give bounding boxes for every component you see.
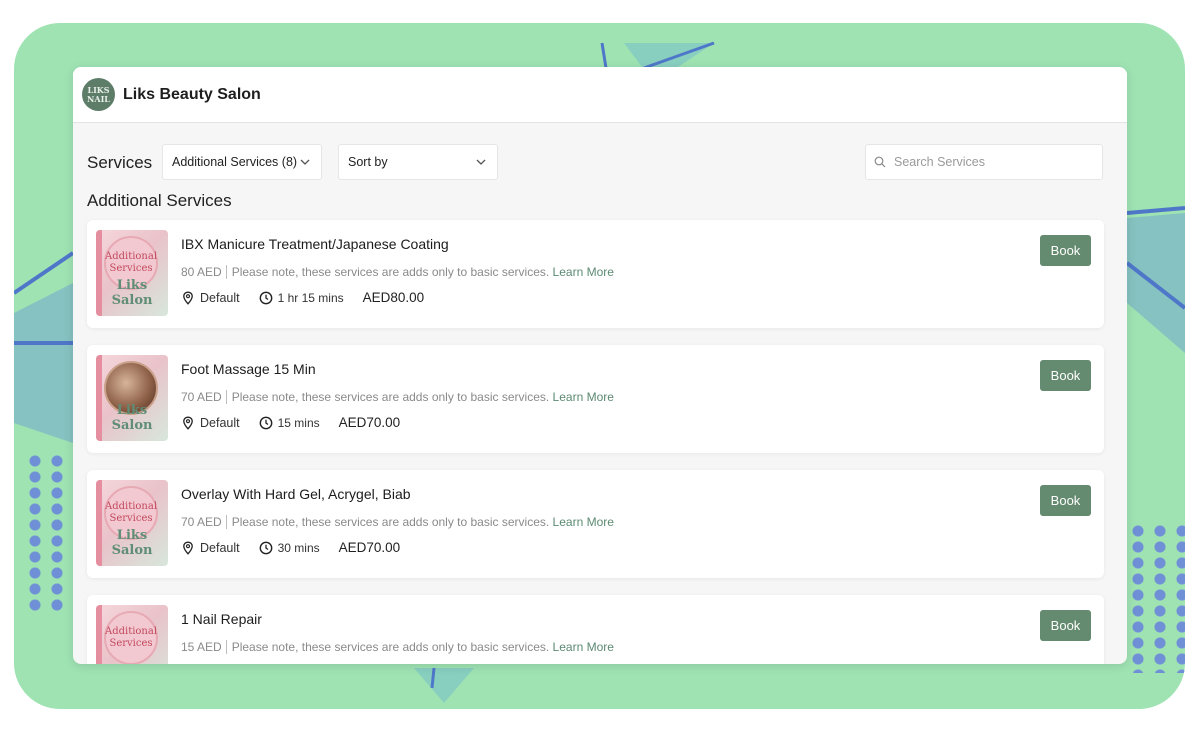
search-box[interactable]: [865, 144, 1103, 180]
section-title: Additional Services: [87, 191, 232, 210]
dot-pattern-left: [24, 453, 76, 613]
learn-more-link[interactable]: Learn More: [553, 640, 614, 654]
service-note: Please note, these services are adds onl…: [231, 515, 550, 529]
service-duration: 1 hr 15 mins: [277, 290, 344, 305]
service-thumbnail: Additional Services: [96, 605, 168, 664]
service-price: AED70.00: [338, 540, 401, 555]
service-card: Liks Salon Foot Massage 15 Min 70 AED Ple…: [87, 345, 1104, 453]
service-note: Please note, these services are adds onl…: [231, 390, 550, 404]
sort-select[interactable]: Sort by: [338, 144, 498, 180]
service-price-text: 15 AED: [181, 640, 222, 654]
service-description: 15 AED Please note, these services are ad…: [181, 640, 614, 654]
service-thumbnail: Liks Salon: [96, 355, 168, 441]
service-location: Default: [200, 540, 240, 555]
service-card: Additional Services Liks Salon Overlay W…: [87, 470, 1104, 578]
location-pin-icon: [183, 291, 193, 305]
service-name: 1 Nail Repair: [181, 611, 262, 627]
location-pin-icon: [183, 416, 193, 430]
service-price: AED70.00: [338, 415, 401, 430]
service-meta: Default 1 hr 15 mins AED80.00: [181, 290, 424, 305]
service-price-text: 80 AED: [181, 265, 222, 279]
chevron-down-icon: [300, 159, 310, 165]
top-bar: LIKS NAIL Liks Beauty Salon: [73, 67, 1127, 123]
sort-select-value: Sort by: [348, 155, 388, 169]
service-thumbnail: Additional Services Liks Salon: [96, 230, 168, 316]
salon-logo: LIKS NAIL: [82, 78, 115, 111]
service-price-text: 70 AED: [181, 515, 222, 529]
search-input[interactable]: [894, 155, 1084, 169]
service-description: 70 AED Please note, these services are ad…: [181, 390, 614, 404]
service-meta: Default 30 mins AED70.00: [181, 540, 400, 555]
background-frame: LIKS NAIL Liks Beauty Salon Services Add…: [14, 23, 1185, 709]
chevron-down-icon: [476, 159, 486, 165]
location-pin-icon: [183, 541, 193, 555]
service-price-text: 70 AED: [181, 390, 222, 404]
service-thumbnail: Additional Services Liks Salon: [96, 480, 168, 566]
service-note: Please note, these services are adds onl…: [231, 640, 550, 654]
book-button[interactable]: Book: [1040, 485, 1091, 516]
book-button[interactable]: Book: [1040, 235, 1091, 266]
service-location: Default: [200, 415, 240, 430]
service-note: Please note, these services are adds onl…: [231, 265, 550, 279]
service-card: Additional Services Liks Salon IBX Manic…: [87, 220, 1104, 328]
service-description: 70 AED Please note, these services are ad…: [181, 515, 614, 529]
services-label: Services: [87, 153, 153, 172]
book-button[interactable]: Book: [1040, 360, 1091, 391]
service-card: Additional Services 1 Nail Repair 15 AED…: [87, 595, 1104, 664]
booking-window: LIKS NAIL Liks Beauty Salon Services Add…: [73, 67, 1127, 664]
filter-toolbar: Services Additional Services (8) Sort by: [73, 144, 1127, 180]
dot-pattern-right: [1127, 523, 1185, 673]
clock-icon: [259, 416, 273, 429]
clock-icon: [259, 541, 273, 554]
learn-more-link[interactable]: Learn More: [553, 390, 614, 404]
category-select[interactable]: Additional Services (8): [162, 144, 322, 180]
service-name: IBX Manicure Treatment/Japanese Coating: [181, 236, 449, 252]
service-price: AED80.00: [362, 290, 425, 305]
category-select-value: Additional Services (8): [172, 155, 298, 169]
service-location: Default: [200, 290, 240, 305]
service-description: 80 AED Please note, these services are ad…: [181, 265, 614, 279]
service-name: Foot Massage 15 Min: [181, 361, 316, 377]
service-duration: 15 mins: [277, 415, 320, 430]
salon-name: Liks Beauty Salon: [123, 85, 261, 103]
search-icon: [874, 156, 886, 168]
service-meta: Default 15 mins AED70.00: [181, 415, 400, 430]
service-name: Overlay With Hard Gel, Acrygel, Biab: [181, 486, 411, 502]
learn-more-link[interactable]: Learn More: [553, 265, 614, 279]
service-duration: 30 mins: [277, 540, 320, 555]
clock-icon: [259, 291, 273, 304]
book-button[interactable]: Book: [1040, 610, 1091, 641]
learn-more-link[interactable]: Learn More: [553, 515, 614, 529]
